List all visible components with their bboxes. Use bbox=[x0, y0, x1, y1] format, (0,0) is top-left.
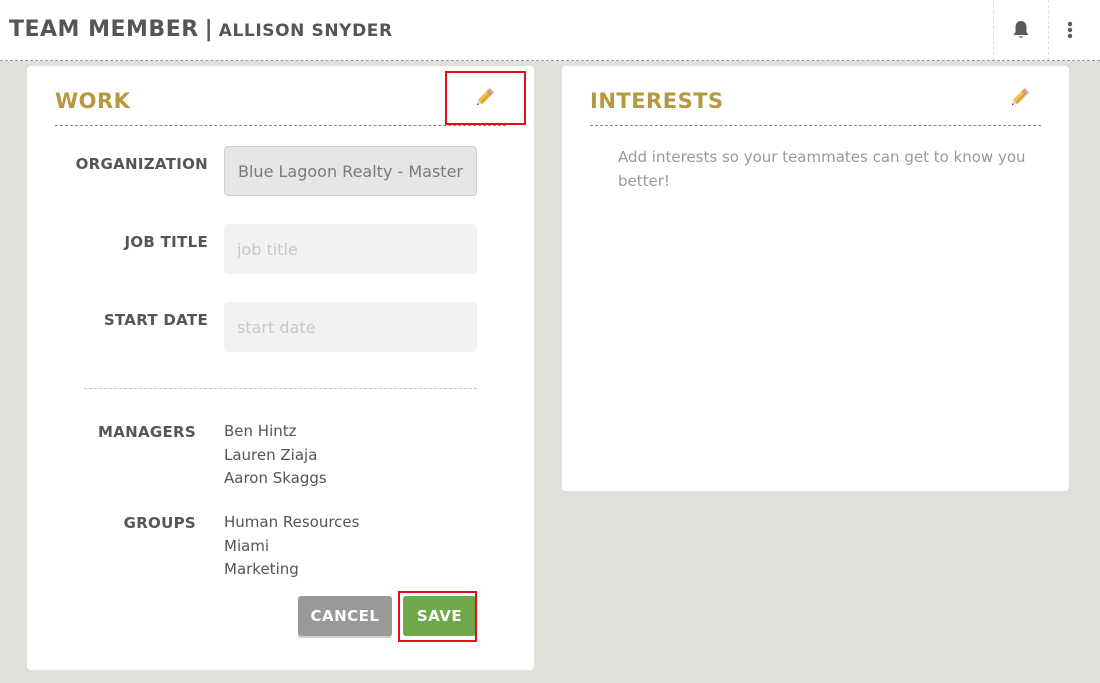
work-title: WORK bbox=[55, 89, 131, 113]
interests-title: INTERESTS bbox=[590, 89, 724, 113]
section-divider bbox=[84, 388, 477, 389]
groups-list: Human Resources Miami Marketing bbox=[224, 511, 359, 582]
list-item: Human Resources bbox=[224, 513, 360, 531]
page-title: TEAM MEMBER | ALLISON SNYDER bbox=[9, 17, 393, 45]
pencil-icon bbox=[476, 88, 494, 106]
pencil-icon bbox=[1011, 88, 1029, 106]
more-vertical-icon bbox=[1067, 21, 1073, 39]
title-separator: | bbox=[204, 17, 213, 42]
start-date-label: START DATE bbox=[103, 311, 208, 329]
organization-label: ORGANIZATION bbox=[75, 155, 208, 173]
page-title-text: TEAM MEMBER bbox=[9, 17, 199, 42]
groups-label: GROUPS bbox=[123, 514, 196, 532]
job-title-label: JOB TITLE bbox=[124, 233, 208, 251]
interests-card: INTERESTS Add interests so your teammate… bbox=[562, 66, 1069, 491]
managers-label: MANAGERS bbox=[97, 423, 196, 441]
list-item: Aaron Skaggs bbox=[224, 469, 327, 487]
list-item: Miami bbox=[224, 536, 270, 555]
list-item: Marketing bbox=[224, 560, 299, 578]
start-date-field[interactable] bbox=[224, 302, 477, 352]
cancel-button[interactable]: CANCEL bbox=[298, 596, 392, 636]
managers-list: Ben Hintz Lauren Ziaja Aaron Skaggs bbox=[224, 420, 327, 491]
save-button[interactable]: SAVE bbox=[403, 596, 476, 636]
interests-empty-message: Add interests so your teammates can get … bbox=[618, 148, 1026, 190]
list-item: Lauren Ziaja bbox=[224, 445, 318, 464]
organization-field[interactable] bbox=[224, 146, 477, 196]
list-item: Ben Hintz bbox=[224, 422, 297, 440]
interests-edit-button[interactable] bbox=[999, 78, 1039, 118]
work-card: WORK ORGANIZATION JOB TITLE START DATE M… bbox=[27, 66, 534, 670]
interests-title-divider bbox=[590, 125, 1041, 126]
bell-icon bbox=[1013, 21, 1029, 38]
job-title-field[interactable] bbox=[224, 224, 477, 274]
top-bar: TEAM MEMBER | ALLISON SNYDER bbox=[0, 0, 1100, 61]
work-title-divider bbox=[55, 125, 506, 126]
more-options-button[interactable] bbox=[1052, 0, 1088, 60]
notifications-button[interactable] bbox=[993, 0, 1049, 60]
work-edit-button[interactable] bbox=[464, 78, 504, 118]
member-name: ALLISON SNYDER bbox=[218, 21, 393, 41]
